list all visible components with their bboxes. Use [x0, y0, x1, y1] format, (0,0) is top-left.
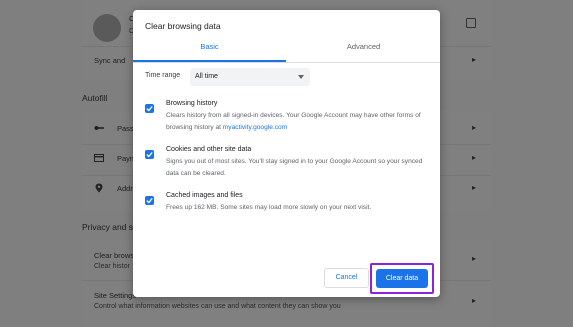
time-range-label: Time range: [145, 72, 181, 79]
cancel-button[interactable]: Cancel: [324, 268, 369, 288]
privacy-row-sub: Control what information websites can us…: [94, 303, 341, 310]
time-range-value: All time: [195, 73, 218, 80]
option-browsing-history: Browsing history Clears history from all…: [145, 100, 435, 140]
chevron-right-icon: ▸: [471, 183, 476, 192]
chevron-right-icon: ▸: [471, 296, 476, 305]
key-icon: [94, 126, 104, 130]
autofill-heading: Autofill: [82, 93, 108, 103]
privacy-row-label: Site Settings: [94, 291, 137, 300]
credit-card-icon: [94, 154, 104, 162]
chevron-right-icon: ▸: [471, 254, 476, 263]
clear-browsing-data-dialog: Clear browsing data Basic Advanced Time …: [133, 10, 440, 297]
chevron-right-icon: ▸: [471, 123, 476, 132]
checkmark-icon: [146, 105, 153, 112]
autofill-row-label: Addr: [117, 184, 133, 193]
browsing-history-checkbox[interactable]: [145, 104, 154, 113]
option-cookies: Cookies and other site data Signs you ou…: [145, 146, 435, 186]
dialog-title: Clear browsing data: [145, 21, 221, 31]
sync-label[interactable]: Sync and: [94, 56, 125, 65]
tab-advanced[interactable]: Advanced: [287, 36, 440, 62]
clear-data-highlight: Clear data: [370, 263, 434, 294]
chevron-right-icon: ▸: [471, 153, 476, 162]
tabs-divider: [133, 62, 440, 63]
option-title: Browsing history: [166, 100, 218, 107]
tab-basic[interactable]: Basic: [133, 36, 286, 62]
avatar: [93, 14, 121, 42]
myactivity-link[interactable]: myactivity.google.com: [223, 124, 287, 131]
privacy-row-label: Clear brows: [94, 251, 135, 260]
option-title: Cached images and files: [166, 192, 243, 199]
cached-images-checkbox[interactable]: [145, 196, 154, 205]
dropdown-arrow-icon: [298, 75, 304, 79]
time-range-select[interactable]: All time: [190, 68, 310, 86]
privacy-heading: Privacy and s: [82, 222, 134, 232]
external-link-icon[interactable]: [466, 18, 476, 28]
chevron-right-icon: ▸: [471, 55, 476, 64]
autofill-row-label: Pass: [117, 124, 134, 133]
location-icon: [95, 183, 103, 193]
cookies-checkbox[interactable]: [145, 150, 154, 159]
clear-data-button[interactable]: Clear data: [376, 269, 428, 288]
privacy-row-sub: Clear histor: [94, 263, 130, 270]
dialog-tabs: Basic Advanced: [133, 36, 440, 62]
checkmark-icon: [146, 151, 153, 158]
option-description: Frees up 162 MB. Some sites may load mor…: [166, 204, 372, 211]
option-cached-images: Cached images and files Frees up 162 MB.…: [145, 192, 435, 222]
option-description: Clears history from all signed-in device…: [166, 112, 421, 131]
option-title: Cookies and other site data: [166, 146, 252, 153]
checkmark-icon: [146, 197, 153, 204]
option-description: Signs you out of most sites. You'll stay…: [166, 158, 423, 177]
